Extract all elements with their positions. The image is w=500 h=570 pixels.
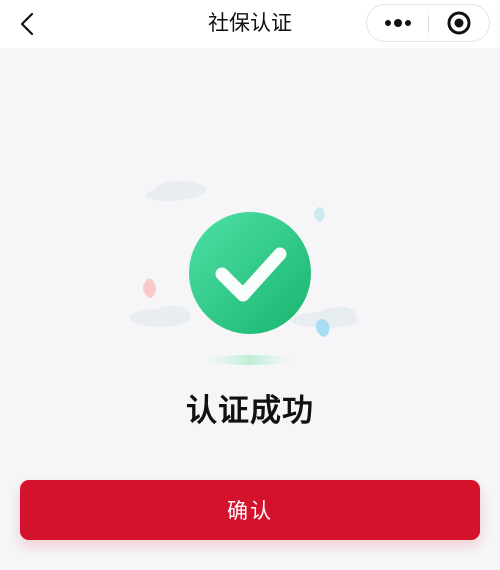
navigation-bar: 社保认证 [0,0,500,48]
status-text: 认证成功 [186,393,314,429]
mini-program-capsule [366,4,490,42]
more-button[interactable] [367,5,428,41]
more-dots-icon [384,19,411,27]
back-button[interactable] [10,6,46,42]
close-button[interactable] [429,5,489,41]
shadow-decoration [202,355,298,365]
confirm-button[interactable]: 确认 [20,480,480,540]
target-close-icon [447,11,471,35]
chevron-left-icon [20,12,34,36]
success-illustration [130,181,359,365]
check-circle-icon [189,212,311,334]
